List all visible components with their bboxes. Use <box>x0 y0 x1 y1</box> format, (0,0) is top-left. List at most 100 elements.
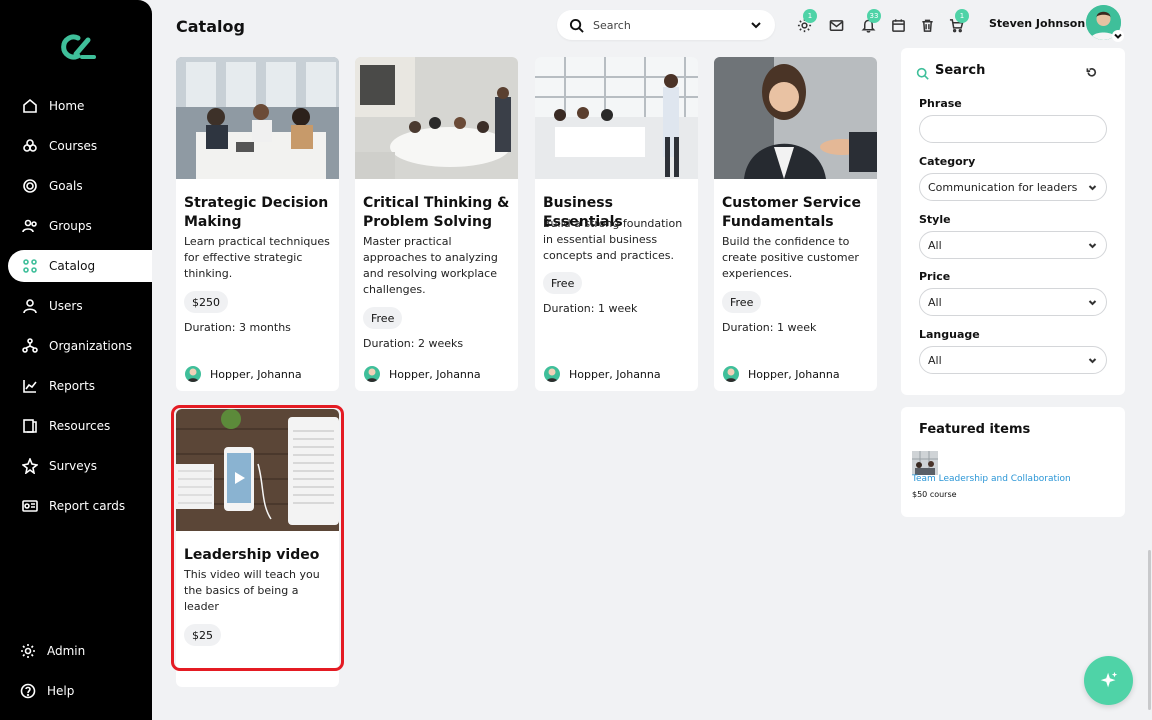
page-title: Catalog <box>176 17 245 36</box>
sidebar-item-label: Courses <box>49 139 98 153</box>
sidebar-item-home[interactable]: Home <box>8 90 152 122</box>
card-duration: Duration: 1 week <box>543 302 638 315</box>
sidebar-item-organizations[interactable]: Organizations <box>8 330 152 362</box>
cart-button[interactable]: 1 <box>947 9 969 34</box>
search-icon <box>916 65 929 84</box>
help-icon <box>20 683 36 699</box>
sidebar-item-label: Home <box>49 99 85 113</box>
report-cards-icon <box>22 498 38 514</box>
chevron-down-icon <box>1088 242 1097 248</box>
card-author: Hopper, Johanna <box>185 366 302 382</box>
resources-icon <box>22 418 38 434</box>
gear-icon <box>20 643 36 659</box>
calendar-icon <box>891 18 905 32</box>
chevron-down-icon <box>1114 33 1122 39</box>
sidebar-item-courses[interactable]: Courses <box>8 130 152 162</box>
featured-item-link[interactable]: Team Leadership and Collaboration <box>912 474 1071 484</box>
language-select[interactable]: All <box>919 346 1107 374</box>
trash-button[interactable] <box>918 16 936 34</box>
style-label: Style <box>919 213 951 226</box>
price-badge: Free <box>363 307 403 329</box>
ai-assistant-button[interactable] <box>1084 656 1133 705</box>
settings-button[interactable]: 1 <box>795 9 817 34</box>
search-scope-dropdown[interactable] <box>747 16 765 34</box>
search-icon <box>569 18 584 33</box>
app-logo[interactable] <box>56 32 96 62</box>
sidebar-item-label: Reports <box>49 379 96 393</box>
course-image <box>535 57 698 179</box>
price-badge: $250 <box>184 291 228 313</box>
card-author: Hopper, Johanna <box>723 366 840 382</box>
sidebar-item-help[interactable]: Help <box>6 675 150 707</box>
card-duration: Duration: 1 week <box>722 321 817 334</box>
settings-badge: 1 <box>803 9 817 23</box>
featured-item-thumbnail[interactable] <box>912 451 938 475</box>
panel-title: Search <box>935 63 986 78</box>
sidebar-item-groups[interactable]: Groups <box>8 210 152 242</box>
author-name: Hopper, Johanna <box>748 367 840 381</box>
style-value: All <box>928 238 942 252</box>
price-badge: Free <box>722 291 762 313</box>
author-avatar <box>544 366 560 382</box>
featured-item-price: $50 course <box>912 490 957 499</box>
price-value: All <box>928 295 942 309</box>
chevron-down-icon <box>751 22 761 29</box>
reset-filters-button[interactable] <box>1074 60 1108 84</box>
calendar-button[interactable] <box>889 16 907 34</box>
sidebar-item-resources[interactable]: Resources <box>8 410 152 442</box>
chevron-down-icon <box>1088 184 1097 190</box>
price-select[interactable]: All <box>919 288 1107 316</box>
sidebar-item-label: Help <box>47 684 75 698</box>
card-description: Master practical approaches to analyzing… <box>363 235 498 296</box>
style-select[interactable]: All <box>919 231 1107 259</box>
card-author: Hopper, Johanna <box>364 366 481 382</box>
category-value: Communication for leaders <box>928 180 1078 194</box>
selection-highlight <box>171 405 344 671</box>
search-input[interactable] <box>593 18 747 32</box>
sidebar-item-surveys[interactable]: Surveys <box>8 450 152 482</box>
sidebar-item-label: Resources <box>49 419 111 433</box>
sparkle-icon <box>1100 671 1117 687</box>
page-scrollbar[interactable] <box>1148 550 1151 710</box>
sidebar-item-goals[interactable]: Goals <box>8 170 152 202</box>
catalog-card[interactable]: Business Essentials Build a strong found… <box>535 57 698 391</box>
author-name: Hopper, Johanna <box>210 367 302 381</box>
users-icon <box>22 298 38 314</box>
sidebar-item-catalog[interactable]: Catalog <box>8 250 152 282</box>
sidebar-item-label: Surveys <box>49 459 97 473</box>
sidebar-item-label: Admin <box>47 644 86 658</box>
card-title[interactable]: Critical Thinking & Problem Solving <box>363 194 515 231</box>
global-search[interactable] <box>557 10 775 40</box>
user-menu-toggle[interactable] <box>1112 30 1124 42</box>
catalog-card[interactable]: Critical Thinking & Problem Solving Mast… <box>355 57 518 391</box>
user-name[interactable]: Steven Johnson <box>989 17 1085 30</box>
reports-icon <box>22 378 38 394</box>
catalog-icon <box>22 258 38 274</box>
catalog-card[interactable]: Customer Service Fundamentals Build the … <box>714 57 877 391</box>
sidebar-item-users[interactable]: Users <box>8 290 152 322</box>
chevron-down-icon <box>1088 357 1097 363</box>
sidebar-item-reports[interactable]: Reports <box>8 370 152 402</box>
sidebar-item-label: Report cards <box>49 499 126 513</box>
sidebar-item-admin[interactable]: Admin <box>6 635 150 667</box>
messages-button[interactable] <box>827 16 845 34</box>
goals-icon <box>22 178 38 194</box>
catalog-card[interactable]: Strategic Decision Making Learn practica… <box>176 57 339 391</box>
card-title[interactable]: Customer Service Fundamentals <box>722 194 874 231</box>
card-description: Build the confidence to create positive … <box>722 235 859 280</box>
chevron-down-icon <box>1088 299 1097 305</box>
phrase-input[interactable] <box>919 115 1107 143</box>
featured-title: Featured items <box>919 422 1031 437</box>
sidebar-item-label: Organizations <box>49 339 132 353</box>
card-title[interactable]: Strategic Decision Making <box>184 194 336 231</box>
cart-badge: 1 <box>955 9 969 23</box>
card-description: Learn practical techniques for effective… <box>184 235 330 280</box>
sidebar-item-report-cards[interactable]: Report cards <box>8 490 152 522</box>
author-name: Hopper, Johanna <box>389 367 481 381</box>
language-value: All <box>928 353 942 367</box>
category-select[interactable]: Communication for leaders <box>919 173 1107 201</box>
category-label: Category <box>919 155 976 168</box>
sidebar-item-label: Groups <box>49 219 92 233</box>
notifications-button[interactable]: 33 <box>859 9 881 34</box>
course-image <box>714 57 877 179</box>
